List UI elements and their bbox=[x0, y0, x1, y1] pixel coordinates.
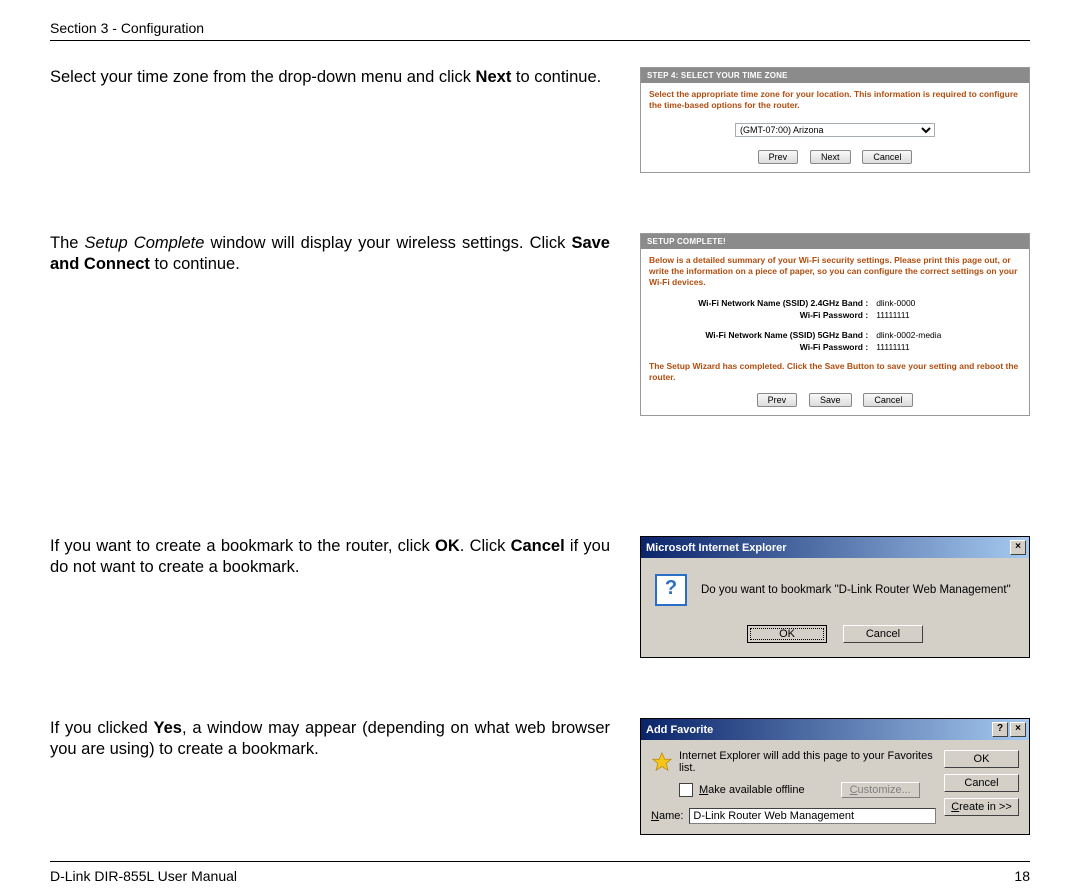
text: window will display your wireless settin… bbox=[204, 234, 571, 252]
label-pw-5: Wi-Fi Password : bbox=[649, 341, 872, 353]
footer-page-number: 18 bbox=[1014, 868, 1030, 884]
text-bold: Next bbox=[476, 68, 512, 86]
text-bold: OK bbox=[435, 537, 460, 555]
panel-intro: Select the appropriate time zone for you… bbox=[649, 89, 1021, 110]
star-icon bbox=[651, 751, 673, 773]
para-timezone: Select your time zone from the drop-down… bbox=[50, 67, 610, 88]
panel-step4-timezone: STEP 4: SELECT YOUR TIME ZONE Select the… bbox=[640, 67, 1030, 173]
panel-note: The Setup Wizard has completed. Click th… bbox=[649, 361, 1021, 382]
close-icon[interactable]: × bbox=[1010, 722, 1026, 737]
label-pw-24: Wi-Fi Password : bbox=[649, 309, 872, 321]
text: If you want to create a bookmark to the … bbox=[50, 537, 435, 555]
favorite-name-input[interactable] bbox=[689, 808, 936, 824]
para-bookmark-confirm: If you want to create a bookmark to the … bbox=[50, 536, 610, 577]
dialog-titlebar: Microsoft Internet Explorer × bbox=[641, 537, 1029, 558]
timezone-select[interactable]: (GMT-07:00) Arizona bbox=[735, 123, 935, 137]
make-offline-checkbox[interactable] bbox=[679, 783, 693, 797]
panel-title: STEP 4: SELECT YOUR TIME ZONE bbox=[641, 68, 1029, 83]
cancel-button[interactable]: Cancel bbox=[863, 393, 913, 407]
make-offline-label: Make available offline bbox=[699, 784, 805, 796]
cancel-button[interactable]: Cancel bbox=[944, 774, 1019, 792]
dialog-titlebar: Add Favorite ? × bbox=[641, 719, 1029, 740]
save-button[interactable]: Save bbox=[809, 393, 852, 407]
question-icon bbox=[655, 574, 687, 606]
block-bookmark-confirm: If you want to create a bookmark to the … bbox=[50, 536, 1030, 658]
cancel-button[interactable]: Cancel bbox=[843, 625, 923, 643]
text: If you clicked bbox=[50, 719, 154, 737]
text: to continue. bbox=[511, 68, 601, 86]
customize-button: Customize... bbox=[841, 782, 920, 798]
cancel-button[interactable]: Cancel bbox=[862, 150, 912, 164]
value-ssid-24: dlink-0000 bbox=[872, 297, 1021, 309]
ok-button[interactable]: OK bbox=[944, 750, 1019, 768]
dialog-title: Microsoft Internet Explorer bbox=[646, 542, 787, 554]
panel-title: SETUP COMPLETE! bbox=[641, 234, 1029, 249]
footer-left: D-Link DIR-855L User Manual bbox=[50, 868, 237, 884]
label-ssid-5: Wi-Fi Network Name (SSID) 5GHz Band : bbox=[649, 329, 872, 341]
panel-intro: Below is a detailed summary of your Wi-F… bbox=[649, 255, 1021, 287]
panel-setup-complete: SETUP COMPLETE! Below is a detailed summ… bbox=[640, 233, 1030, 416]
next-button[interactable]: Next bbox=[810, 150, 851, 164]
help-icon[interactable]: ? bbox=[992, 722, 1008, 737]
ie-confirm-dialog: Microsoft Internet Explorer × Do you wan… bbox=[640, 536, 1030, 658]
block-timezone: Select your time zone from the drop-down… bbox=[50, 67, 1030, 173]
page-footer: D-Link DIR-855L User Manual 18 bbox=[50, 861, 1030, 884]
value-ssid-5: dlink-0002-media bbox=[872, 329, 1021, 341]
close-icon[interactable]: × bbox=[1010, 540, 1026, 555]
block-setup-complete: The Setup Complete window will display y… bbox=[50, 233, 1030, 416]
para-add-favorite: If you clicked Yes, a window may appear … bbox=[50, 718, 610, 759]
label-ssid-24: Wi-Fi Network Name (SSID) 2.4GHz Band : bbox=[649, 297, 872, 309]
block-add-favorite: If you clicked Yes, a window may appear … bbox=[50, 718, 1030, 835]
dialog-title: Add Favorite bbox=[646, 724, 713, 736]
wifi-summary-table: Wi-Fi Network Name (SSID) 2.4GHz Band :d… bbox=[649, 297, 1021, 353]
text: . Click bbox=[460, 537, 511, 555]
text-bold: Cancel bbox=[511, 537, 565, 555]
text: The bbox=[50, 234, 85, 252]
page-header: Section 3 - Configuration bbox=[50, 20, 1030, 41]
favorite-description: Internet Explorer will add this page to … bbox=[679, 750, 936, 774]
prev-button[interactable]: Prev bbox=[758, 150, 799, 164]
para-setup-complete: The Setup Complete window will display y… bbox=[50, 233, 610, 274]
value-pw-24: 11111111 bbox=[872, 309, 1021, 321]
text-italic: Setup Complete bbox=[85, 234, 205, 252]
value-pw-5: 11111111 bbox=[872, 341, 1021, 353]
text-bold: Yes bbox=[154, 719, 182, 737]
ok-button[interactable]: OK bbox=[747, 625, 827, 643]
create-in-button[interactable]: Create in >> bbox=[944, 798, 1019, 816]
name-label: Name: bbox=[651, 810, 683, 822]
text: Select your time zone from the drop-down… bbox=[50, 68, 476, 86]
prev-button[interactable]: Prev bbox=[757, 393, 798, 407]
add-favorite-dialog: Add Favorite ? × Internet Ex bbox=[640, 718, 1030, 835]
dialog-message: Do you want to bookmark "D-Link Router W… bbox=[701, 584, 1011, 596]
text: to continue. bbox=[150, 255, 240, 273]
